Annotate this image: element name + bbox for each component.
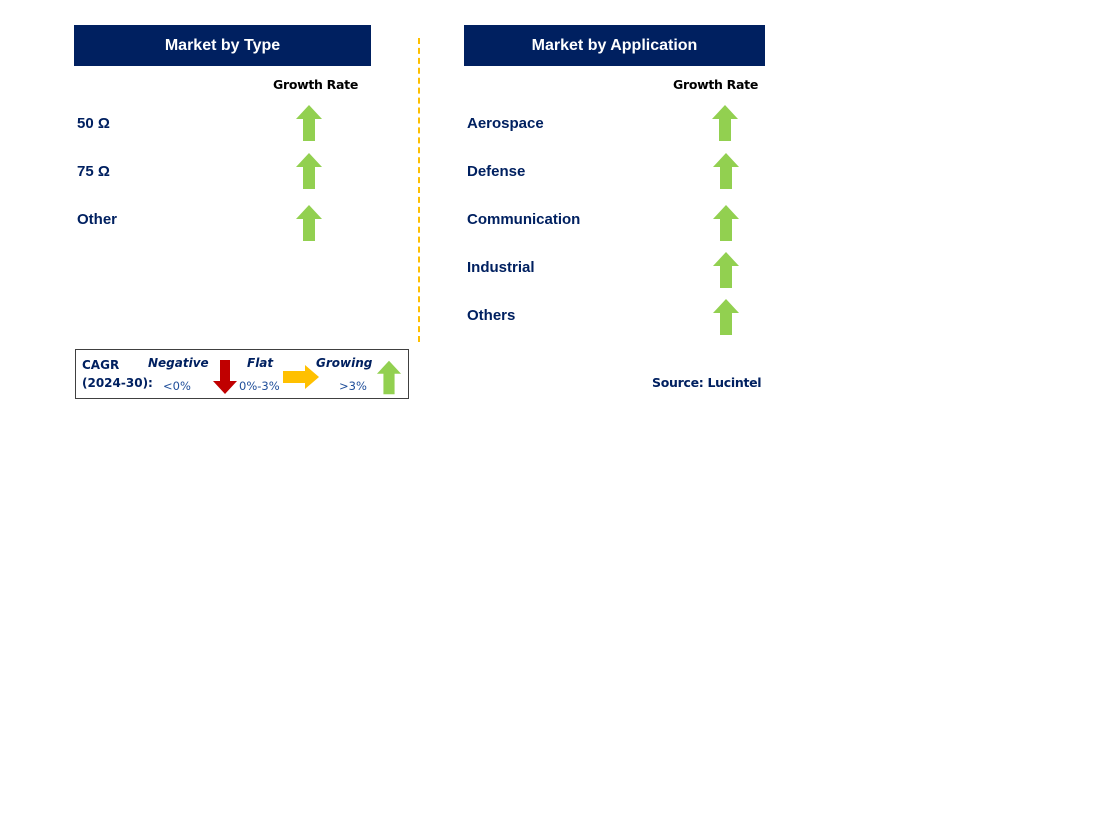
legend-growing-range: >3% [339, 379, 367, 393]
application-row-label: Aerospace [467, 115, 544, 132]
source-label: Source: Lucintel [652, 375, 762, 390]
arrow-up-icon [296, 105, 322, 141]
arrow-up-icon [296, 205, 322, 241]
application-row-label: Others [467, 307, 516, 324]
arrow-up-icon [713, 153, 739, 189]
legend-negative-range: <0% [163, 379, 191, 393]
application-panel-header: Market by Application [464, 25, 765, 66]
legend-flat-label: Flat [247, 356, 274, 370]
application-panel-title: Market by Application [531, 36, 698, 54]
arrow-down-icon [213, 360, 237, 394]
type-row-label: 50 Ω [77, 115, 110, 132]
type-growth-rate-header: Growth Rate [273, 77, 358, 92]
application-row-label: Industrial [467, 259, 535, 276]
legend-negative-label: Negative [148, 356, 209, 370]
arrow-up-icon [713, 252, 739, 288]
legend-cagr-label: CAGR [82, 358, 120, 372]
legend-period-label: (2024-30): [82, 376, 153, 390]
arrow-up-icon [713, 205, 739, 241]
application-row-label: Defense [467, 163, 526, 180]
arrow-up-icon [712, 105, 738, 141]
cagr-legend: CAGR (2024-30): Negative <0% Flat 0%-3% … [75, 349, 409, 399]
application-growth-rate-header: Growth Rate [673, 77, 758, 92]
arrow-up-icon [376, 360, 402, 395]
legend-flat-range: 0%-3% [239, 379, 280, 393]
type-panel-header: Market by Type [74, 25, 371, 66]
type-panel-title: Market by Type [164, 36, 281, 54]
arrow-up-icon [713, 299, 739, 335]
type-row-label: Other [77, 211, 118, 228]
panel-divider [418, 38, 420, 342]
arrow-right-icon [283, 365, 319, 389]
arrow-up-icon [296, 153, 322, 189]
legend-growing-label: Growing [316, 356, 373, 370]
application-row-label: Communication [467, 211, 581, 228]
type-row-label: 75 Ω [77, 163, 110, 180]
